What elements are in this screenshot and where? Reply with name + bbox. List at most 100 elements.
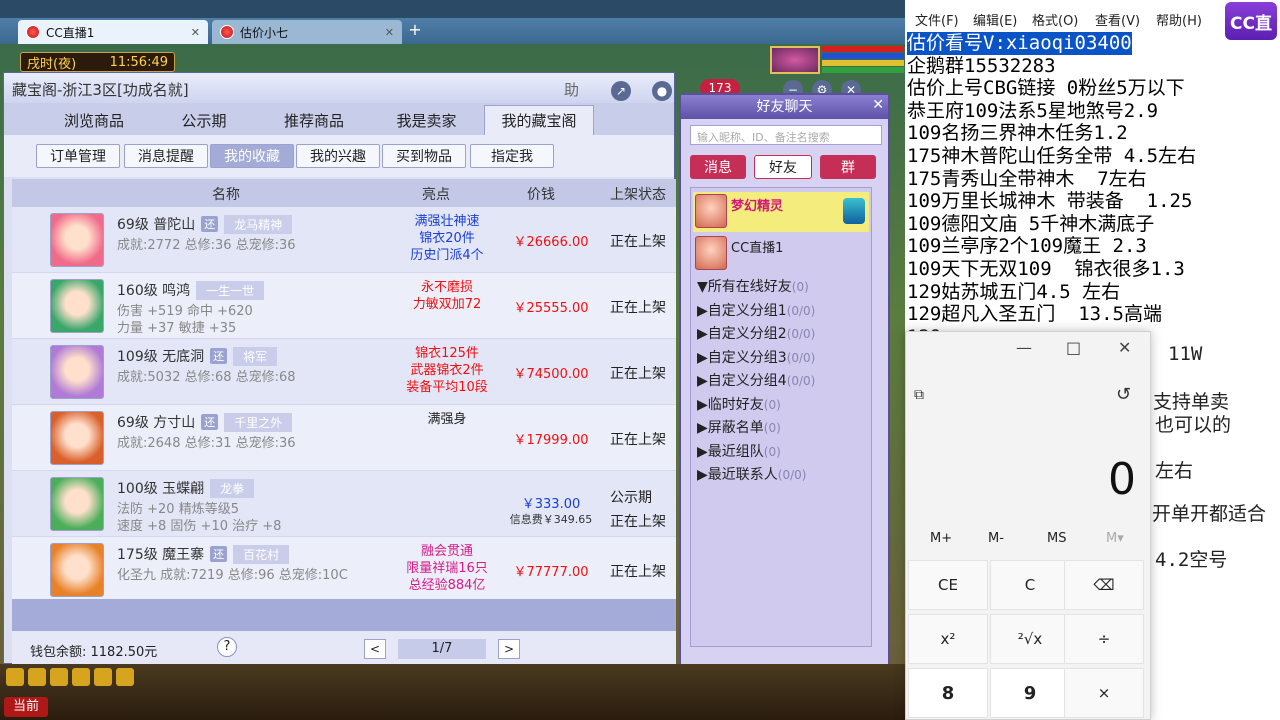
menu-view[interactable]: 查看(V): [1095, 10, 1140, 29]
friend-group[interactable]: ▶最近联系人(0/0): [697, 464, 806, 484]
friend-search-input[interactable]: 输入昵称、ID、备注名搜索: [690, 125, 882, 145]
note-line: 企鹅群15532283: [907, 55, 1280, 78]
memory-list-button[interactable]: M▾: [1106, 531, 1124, 546]
notepad-menu: 文件(F) 编辑(E) 格式(O) 查看(V) 帮助(H): [905, 0, 1280, 30]
clock-time: 11:56:49: [109, 54, 168, 70]
note-line: 175神木普陀山任务全带 4.5左右: [907, 145, 1280, 168]
table-row[interactable]: 175级 魔王寨还百花村 化圣九 成就:7219 总修:96 总宠修:10C 融会贯…: [12, 537, 676, 599]
table-row[interactable]: 69级 普陀山还龙马精神 成就:2772 总修:36 总宠修:36 满强壮神速 锦衣2…: [12, 207, 676, 273]
new-tab-button[interactable]: +: [406, 22, 424, 40]
share-icon[interactable]: ↗: [611, 81, 631, 101]
highlight-line: 融会贯通: [420, 544, 473, 559]
friend-chat-panel: 好友聊天 ✕ 输入昵称、ID、备注名搜索 消息 好友 群 梦幻精灵 CC直播1 …: [679, 93, 890, 693]
note-line-text: 129姑苏城五门4.5 左右: [907, 280, 1121, 303]
menu-file[interactable]: 文件(F): [915, 10, 959, 29]
tab-appraisal[interactable]: 估价小七 ✕: [212, 20, 402, 44]
friend-group[interactable]: ▶临时好友(0): [697, 394, 781, 414]
table-row[interactable]: 160级 鸣鸿 一生一世 伤害 +519 命中 +620 力量 +37 敏捷 +35 永…: [12, 273, 676, 339]
player-portrait[interactable]: [770, 46, 820, 74]
calc-display: 0: [1108, 454, 1136, 505]
tab-browse[interactable]: 浏览商品: [44, 105, 144, 135]
backspace-button[interactable]: ⌫: [1064, 560, 1144, 610]
subtab-bought[interactable]: 买到物品: [382, 144, 466, 168]
close-icon[interactable]: ✕: [191, 26, 200, 39]
subtab-orders[interactable]: 订单管理: [36, 144, 120, 168]
listing-status: 公示期: [610, 490, 652, 506]
history-icon[interactable]: ↺: [1116, 384, 1131, 405]
friend-group[interactable]: ▶自定义分组4(0/0): [697, 370, 815, 390]
subtab-favorites[interactable]: 我的收藏: [210, 144, 294, 168]
col-name: 名称: [212, 187, 240, 203]
table-row[interactable]: 109级 无底洞还将军 成就:5032 总修:68 总宠修:68 锦衣125件 武器锦…: [12, 339, 676, 405]
arrow-icon[interactable]: [6, 668, 24, 686]
friend-item[interactable]: CC直播1: [693, 234, 869, 274]
record-icon[interactable]: ●: [652, 81, 672, 101]
minimize-icon[interactable]: —: [1016, 338, 1032, 357]
game-top-strip: [0, 0, 905, 18]
memory-subtract-button[interactable]: M-: [988, 531, 1004, 546]
item-price: ￥74500.00: [513, 367, 589, 382]
close-icon[interactable]: ✕: [872, 97, 884, 113]
status-bars: [822, 46, 904, 74]
prev-page-button[interactable]: <: [364, 639, 386, 659]
friend-group[interactable]: ▶自定义分组1(0/0): [697, 300, 815, 320]
divide-button[interactable]: ÷: [1064, 614, 1144, 664]
tab-seller[interactable]: 我是卖家: [374, 105, 479, 135]
sqrt-button[interactable]: ²√x: [990, 614, 1070, 664]
note-line: 129姑苏城五门4.5 左右: [907, 281, 1280, 304]
chat-tab-groups[interactable]: 群: [820, 155, 876, 179]
keep-on-top-icon[interactable]: ⧉: [914, 387, 924, 403]
subtab-messages[interactable]: 消息提醒: [124, 144, 208, 168]
item-title: 100级 玉蝶翩 龙拳: [117, 478, 255, 498]
arrow-icon[interactable]: [28, 668, 46, 686]
tab-recommend[interactable]: 推荐商品: [264, 105, 364, 135]
return-badge: 还: [210, 546, 228, 562]
memory-store-button[interactable]: MS: [1047, 531, 1066, 546]
digit-8-button[interactable]: 8: [908, 668, 988, 718]
friend-item[interactable]: 梦幻精灵: [693, 192, 869, 232]
col-status: 上架状态: [610, 187, 666, 203]
arrow-icon[interactable]: [50, 668, 68, 686]
item-price: ￥333.00: [521, 497, 581, 512]
current-channel-button[interactable]: 当前: [4, 697, 48, 717]
friend-group[interactable]: ▶屏蔽名单(0): [697, 417, 781, 437]
group-count: (0/0): [777, 468, 807, 482]
subtab-assigned[interactable]: 指定我: [470, 144, 554, 168]
note-fragment: 4.2空号: [1155, 549, 1228, 571]
arrow-icon[interactable]: [94, 668, 112, 686]
table-row[interactable]: 100级 玉蝶翩 龙拳 法防 +20 精炼等级5 速度 +8 固伤 +10 治疗 +8…: [12, 471, 676, 537]
friend-group[interactable]: ▶最近组队(0): [697, 441, 781, 461]
memory-add-button[interactable]: M+: [930, 531, 952, 546]
ce-button[interactable]: CE: [908, 560, 988, 610]
clear-button[interactable]: C: [990, 560, 1070, 610]
chat-tab-messages[interactable]: 消息: [690, 155, 746, 179]
menu-edit[interactable]: 编辑(E): [973, 10, 1017, 29]
title-tag: 千里之外: [224, 412, 293, 432]
square-button[interactable]: x²: [908, 614, 988, 664]
group-count: (0/0): [786, 374, 816, 388]
friend-group[interactable]: ▼所有在线好友(0): [697, 276, 809, 296]
help-button[interactable]: 助: [564, 79, 579, 100]
friend-group[interactable]: ▶自定义分组3(0/0): [697, 347, 815, 367]
return-badge: 还: [201, 414, 219, 430]
next-page-button[interactable]: >: [498, 639, 520, 659]
close-icon[interactable]: ✕: [1118, 338, 1131, 357]
tab-cc-live[interactable]: CC直播1 ✕: [18, 20, 208, 44]
friend-name: 梦幻精灵: [731, 199, 784, 214]
tab-my-pavilion[interactable]: 我的藏宝阁: [484, 105, 594, 135]
arrow-icon[interactable]: [116, 668, 134, 686]
digit-9-button[interactable]: 9: [990, 668, 1070, 718]
friend-group[interactable]: ▶自定义分组2(0/0): [697, 323, 815, 343]
menu-format[interactable]: 格式(O): [1032, 10, 1078, 29]
subtab-interests[interactable]: 我的兴趣: [296, 144, 380, 168]
highlight-line: 永不磨损: [420, 280, 473, 295]
maximize-icon[interactable]: □: [1066, 338, 1081, 357]
close-icon[interactable]: ✕: [385, 26, 394, 39]
arrow-icon[interactable]: [72, 668, 90, 686]
multiply-button[interactable]: ×: [1064, 668, 1144, 718]
help-icon[interactable]: ?: [217, 637, 237, 657]
chat-tab-friends[interactable]: 好友: [754, 155, 812, 179]
menu-help[interactable]: 帮助(H): [1156, 10, 1202, 29]
tab-public[interactable]: 公示期: [154, 105, 254, 135]
table-row[interactable]: 69级 方寸山还千里之外 成就:2648 总修:31 总宠修:36 满强身 ￥1799…: [12, 405, 676, 471]
